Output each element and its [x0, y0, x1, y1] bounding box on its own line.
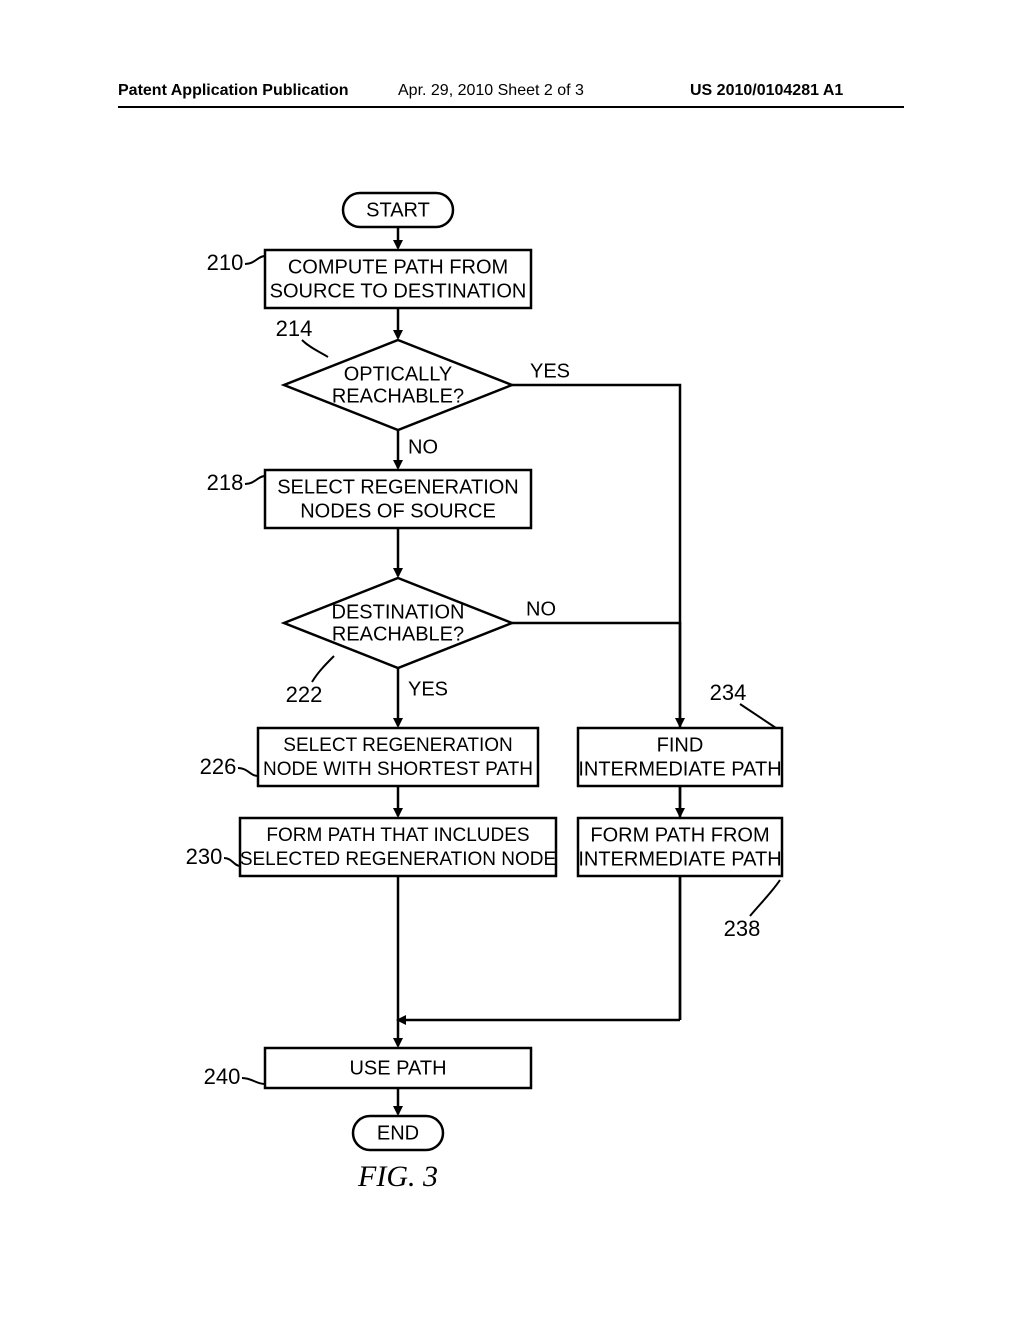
- node-218-line2: NODES OF SOURCE: [300, 500, 496, 522]
- figure-caption: FIG. 3: [357, 1160, 438, 1193]
- node-214-line1: OPTICALLY: [344, 363, 453, 385]
- ref-210: 210: [207, 250, 244, 275]
- node-222-line1: DESTINATION: [332, 601, 465, 623]
- branch-214-yes: YES: [530, 360, 570, 382]
- node-214: OPTICALLY REACHABLE?: [284, 340, 512, 430]
- node-238-line1: FORM PATH FROM: [590, 824, 769, 846]
- ref-leader-210: [245, 256, 265, 264]
- node-238: FORM PATH FROM INTERMEDIATE PATH: [578, 818, 782, 876]
- ref-leader-234: [740, 704, 776, 728]
- node-210-line1: COMPUTE PATH FROM: [288, 256, 508, 278]
- node-226-line1: SELECT REGENERATION: [283, 735, 512, 756]
- node-start: START: [343, 193, 453, 227]
- ref-leader-240: [242, 1078, 265, 1084]
- branch-214-no: NO: [408, 436, 438, 458]
- patent-page: Patent Application Publication Apr. 29, …: [0, 0, 1024, 1320]
- flowchart-svg: START COMPUTE PATH FROM SOURCE TO DESTIN…: [0, 0, 1024, 1320]
- node-218-line1: SELECT REGENERATION: [277, 476, 519, 498]
- ref-240: 240: [204, 1064, 241, 1089]
- node-226: SELECT REGENERATION NODE WITH SHORTEST P…: [258, 728, 538, 786]
- node-234: FIND INTERMEDIATE PATH: [578, 728, 782, 786]
- node-234-line2: INTERMEDIATE PATH: [578, 758, 781, 780]
- ref-234: 234: [710, 680, 747, 705]
- ref-218: 218: [207, 470, 244, 495]
- ref-leader-222: [312, 656, 334, 682]
- node-234-line1: FIND: [657, 734, 704, 756]
- node-218: SELECT REGENERATION NODES OF SOURCE: [265, 470, 531, 528]
- ref-leader-230: [224, 858, 240, 866]
- ref-leader-214: [302, 340, 328, 357]
- node-226-line2: NODE WITH SHORTEST PATH: [263, 759, 533, 780]
- node-230-line2: SELECTED REGENERATION NODE: [240, 849, 556, 870]
- node-222-line2: REACHABLE?: [332, 623, 464, 645]
- node-start-label: START: [366, 199, 430, 221]
- node-240: USE PATH: [265, 1048, 531, 1088]
- node-238-line2: INTERMEDIATE PATH: [578, 848, 781, 870]
- ref-222: 222: [286, 682, 323, 707]
- ref-230: 230: [186, 844, 223, 869]
- edge-214-yes-down: [512, 385, 680, 1020]
- ref-214: 214: [276, 316, 313, 341]
- ref-238: 238: [724, 916, 761, 941]
- ref-226: 226: [200, 754, 237, 779]
- node-222: DESTINATION REACHABLE?: [284, 578, 512, 668]
- node-end-label: END: [377, 1122, 419, 1144]
- ref-leader-226: [238, 768, 258, 776]
- node-end: END: [353, 1116, 443, 1150]
- node-230: FORM PATH THAT INCLUDES SELECTED REGENER…: [240, 818, 556, 876]
- branch-222-no: NO: [526, 598, 556, 620]
- edge-222-234: [512, 623, 680, 726]
- node-240-label: USE PATH: [349, 1057, 446, 1079]
- ref-leader-238: [750, 880, 780, 916]
- node-214-line2: REACHABLE?: [332, 385, 464, 407]
- ref-leader-218: [245, 476, 265, 484]
- node-230-line1: FORM PATH THAT INCLUDES: [266, 825, 529, 846]
- branch-222-yes: YES: [408, 678, 448, 700]
- node-210: COMPUTE PATH FROM SOURCE TO DESTINATION: [265, 250, 531, 308]
- node-210-line2: SOURCE TO DESTINATION: [270, 280, 527, 302]
